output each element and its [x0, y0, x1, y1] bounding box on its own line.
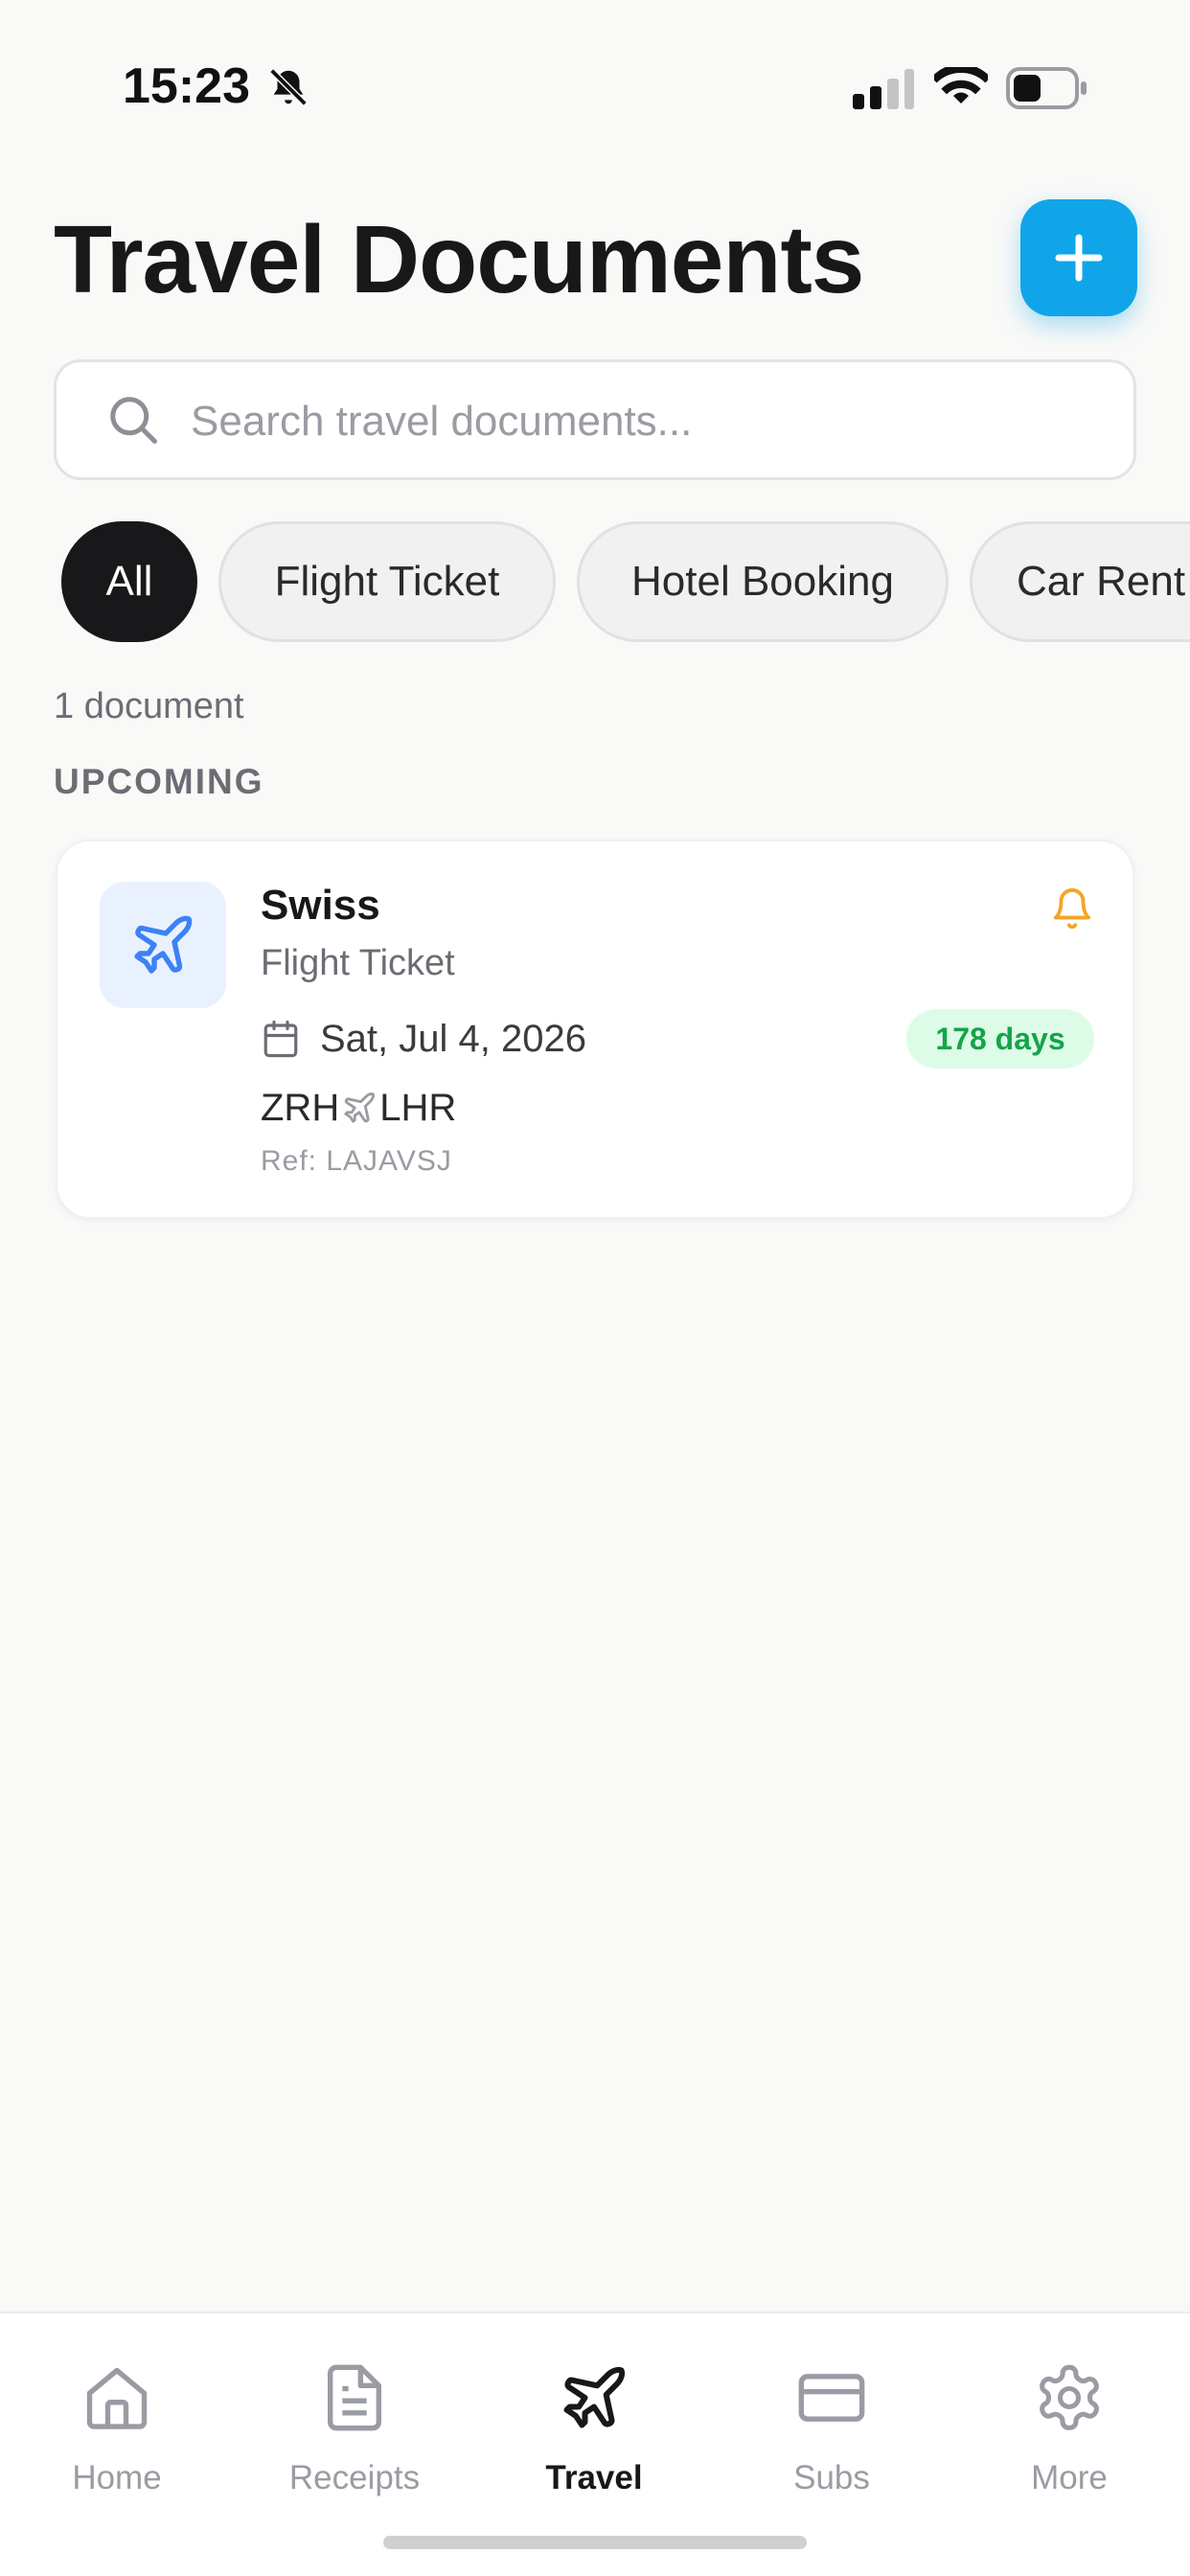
- bell-icon[interactable]: [1050, 886, 1094, 932]
- search-box[interactable]: [54, 359, 1136, 480]
- search-input[interactable]: [191, 391, 1110, 452]
- plus-icon: [1055, 234, 1103, 282]
- calendar-icon: [263, 1020, 298, 1058]
- tab-travel[interactable]: Travel: [498, 2361, 690, 2515]
- wifi-icon: [934, 67, 988, 104]
- cellular-signal-icon: [853, 69, 914, 109]
- tab-label: Home: [72, 2459, 162, 2496]
- page-title: Travel Documents: [54, 206, 864, 313]
- filter-chips: All Flight Ticket Hotel Booking Car Rent: [0, 521, 1190, 644]
- tab-label: Travel: [545, 2459, 643, 2496]
- travel-documents-screen: 15:23 Travel Documents Search travel doc…: [0, 0, 1190, 2576]
- home-indicator: [383, 2536, 807, 2549]
- filter-chip-flight-ticket[interactable]: Flight Ticket: [218, 521, 556, 642]
- tab-label: Receipts: [288, 2459, 421, 2496]
- route-airplane-icon: [344, 1092, 376, 1123]
- bell-slash-icon: [269, 68, 308, 106]
- filter-chip-car-rent[interactable]: Car Rent: [970, 521, 1190, 642]
- document-card[interactable]: Swiss Flight Ticket Sat, Jul 4, 2026 178…: [56, 840, 1134, 1219]
- filter-chip-label: Flight Ticket: [274, 558, 500, 605]
- filter-chip-all[interactable]: All: [61, 521, 197, 642]
- tab-home[interactable]: Home: [21, 2361, 213, 2515]
- status-time: 15:23: [123, 58, 250, 114]
- filter-chip-label: All: [105, 558, 153, 605]
- route-origin: ZRH: [261, 1086, 340, 1129]
- gear-icon: [1040, 2364, 1099, 2430]
- section-heading-upcoming: UPCOMING: [54, 762, 264, 801]
- document-date-row: Sat, Jul 4, 2026: [261, 1016, 586, 1062]
- filter-chip-hotel-booking[interactable]: Hotel Booking: [577, 521, 949, 642]
- add-document-button[interactable]: [1020, 199, 1137, 316]
- tab-label: More: [1031, 2459, 1108, 2496]
- tab-subs[interactable]: Subs: [736, 2361, 927, 2515]
- document-count: 1 document: [54, 686, 244, 726]
- battery-icon: [1006, 67, 1087, 109]
- booking-reference: Ref: LAJAVSJ: [261, 1145, 452, 1177]
- card-icon: [798, 2374, 865, 2422]
- home-icon: [86, 2367, 148, 2429]
- tab-receipts[interactable]: Receipts: [259, 2361, 450, 2515]
- days-until-badge: 178 days: [906, 1009, 1094, 1069]
- document-type: Flight Ticket: [261, 943, 455, 983]
- filter-chip-label: Car Rent: [1017, 558, 1186, 605]
- route-destination: LHR: [379, 1086, 457, 1129]
- tab-label: Subs: [793, 2459, 870, 2496]
- filter-chip-label: Hotel Booking: [631, 558, 894, 605]
- document-date: Sat, Jul 4, 2026: [320, 1017, 586, 1060]
- document-type-icon: [100, 882, 226, 1008]
- status-bar: 15:23: [0, 0, 1190, 144]
- receipt-icon: [327, 2364, 382, 2431]
- airplane-icon: [134, 915, 193, 974]
- document-title: Swiss: [261, 882, 380, 929]
- search-icon: [110, 397, 157, 444]
- airplane-icon: [563, 2366, 626, 2428]
- tab-more[interactable]: More: [973, 2361, 1165, 2515]
- flight-route: ZRH LHR: [261, 1084, 456, 1132]
